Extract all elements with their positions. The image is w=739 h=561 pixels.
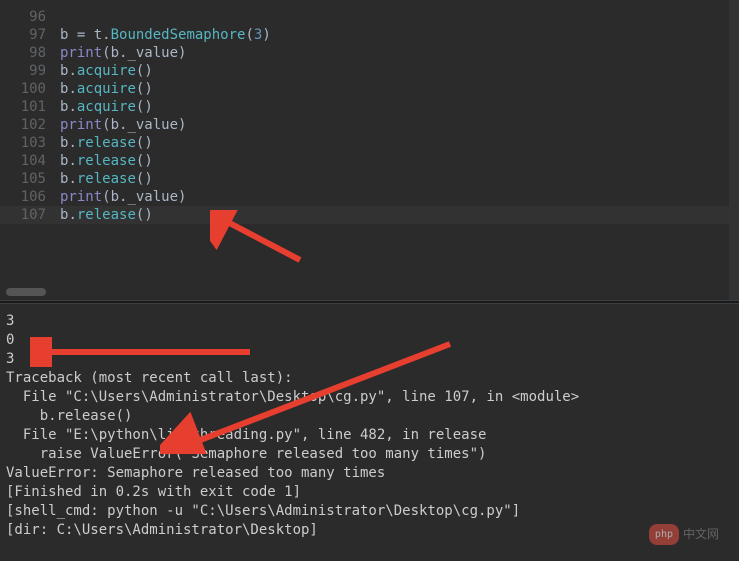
code-line[interactable]: 98print(b._value)	[0, 44, 739, 62]
code-content[interactable]: print(b._value)	[60, 44, 739, 62]
code-content[interactable]: b.release()	[60, 152, 739, 170]
code-line[interactable]: 97b = t.BoundedSemaphore(3)	[0, 26, 739, 44]
code-line[interactable]: 101b.acquire()	[0, 98, 739, 116]
code-content[interactable]: b.acquire()	[60, 80, 739, 98]
output-line: b.release()	[6, 407, 733, 426]
line-number: 99	[0, 62, 60, 80]
code-line[interactable]: 99b.acquire()	[0, 62, 739, 80]
output-panel[interactable]: 303Traceback (most recent call last): Fi…	[0, 304, 739, 561]
line-number: 101	[0, 98, 60, 116]
code-content[interactable]: b.acquire()	[60, 98, 739, 116]
line-number: 104	[0, 152, 60, 170]
code-content[interactable]: b.release()	[60, 206, 739, 224]
output-line: [shell_cmd: python -u "C:\Users\Administ…	[6, 502, 733, 521]
line-number: 97	[0, 26, 60, 44]
output-line: ValueError: Semaphore released too many …	[6, 464, 733, 483]
output-line: [dir: C:\Users\Administrator\Desktop]	[6, 521, 733, 540]
code-content[interactable]: b.acquire()	[60, 62, 739, 80]
code-content[interactable]: b.release()	[60, 170, 739, 188]
code-editor-panel[interactable]: 9697b = t.BoundedSemaphore(3)98print(b._…	[0, 0, 739, 300]
watermark-text: 中文网	[683, 525, 719, 544]
output-line: File "E:\python\lib\threading.py", line …	[6, 426, 733, 445]
code-content[interactable]: print(b._value)	[60, 116, 739, 134]
watermark-badge: php	[649, 524, 679, 545]
scrollbar-horizontal[interactable]	[6, 288, 46, 296]
code-line[interactable]: 107b.release()	[0, 206, 739, 224]
code-line[interactable]: 102print(b._value)	[0, 116, 739, 134]
code-line[interactable]: 103b.release()	[0, 134, 739, 152]
line-number: 98	[0, 44, 60, 62]
line-number: 102	[0, 116, 60, 134]
line-number: 107	[0, 206, 60, 224]
output-line: raise ValueError("Semaphore released too…	[6, 445, 733, 464]
output-line: Traceback (most recent call last):	[6, 369, 733, 388]
code-line[interactable]: 100b.acquire()	[0, 80, 739, 98]
line-number: 100	[0, 80, 60, 98]
code-line[interactable]: 96	[0, 8, 739, 26]
code-content[interactable]: b.release()	[60, 134, 739, 152]
code-line[interactable]: 106print(b._value)	[0, 188, 739, 206]
output-line: 0	[6, 331, 733, 350]
line-number: 106	[0, 188, 60, 206]
code-content[interactable]	[60, 8, 739, 26]
line-number: 96	[0, 8, 60, 26]
output-line: 3	[6, 350, 733, 369]
watermark: php 中文网	[649, 524, 719, 545]
line-number: 105	[0, 170, 60, 188]
code-line[interactable]: 105b.release()	[0, 170, 739, 188]
output-line: 3	[6, 312, 733, 331]
code-content[interactable]: b = t.BoundedSemaphore(3)	[60, 26, 739, 44]
minimap[interactable]	[729, 0, 739, 300]
output-line: File "C:\Users\Administrator\Desktop\cg.…	[6, 388, 733, 407]
code-content[interactable]: print(b._value)	[60, 188, 739, 206]
code-line[interactable]: 104b.release()	[0, 152, 739, 170]
output-line: [Finished in 0.2s with exit code 1]	[6, 483, 733, 502]
line-number: 103	[0, 134, 60, 152]
